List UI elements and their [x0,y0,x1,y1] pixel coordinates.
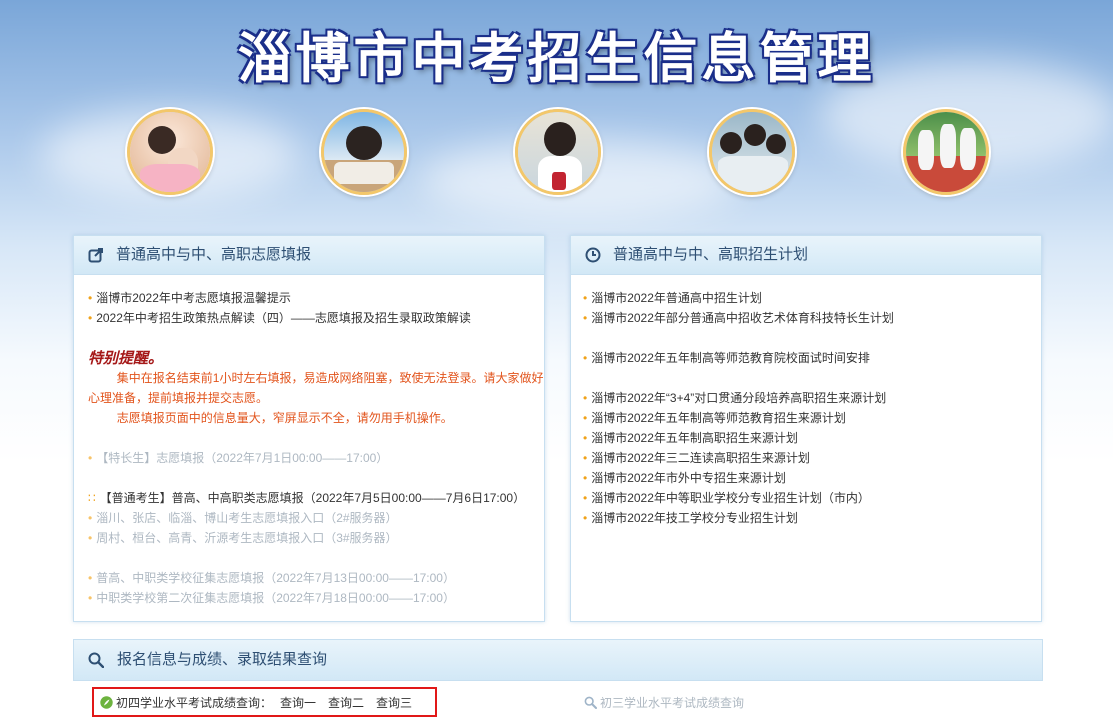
bullet-icon: • [583,411,588,425]
reminder-line: 志愿填报页面中的信息量大，窄屏显示不全，请勿用手机操作。 [116,411,453,425]
site-title: 淄博市中考招生信息管理 [237,26,876,90]
panel-header: 普通高中与中、高职志愿填报 [74,236,544,275]
query-section-header: 报名信息与成绩、录取结果查询 [73,639,1043,681]
bullet-icon: • [583,511,588,525]
bullet-icon: • [583,471,588,485]
query-link-3[interactable]: 查询三 [376,696,412,710]
photo-student-reading-books [321,109,407,195]
panel-header: 普通高中与中、高职招生计划 [571,236,1041,275]
list-item[interactable]: • 淄博市2022年中考志愿填报温馨提示 [88,290,291,306]
list-item[interactable]: • 淄川、张店、临淄、博山考生志愿填报入口（2#服务器） [88,510,398,526]
special-reminder: 特别提醒。 集中在报名结束前1小时左右填报，易造成网络阻塞，致使无法登录。请大家… [88,348,546,428]
bullet-icon: • [583,311,588,325]
panel-title: 普通高中与中、高职志愿填报 [116,246,312,263]
grade3-query-link[interactable]: 初三学业水平考试成绩查询 [600,696,744,710]
bullet-icon: • [583,351,588,365]
query-section-title: 报名信息与成绩、录取结果查询 [117,651,328,668]
list-item[interactable]: • 淄博市2022年三二连读高职招生来源计划 [583,450,810,466]
bullet-icon: • [88,571,93,585]
photo-students-lab [709,109,795,195]
bullet-icon: • [583,431,588,445]
query-link-1[interactable]: 查询一 [280,696,316,710]
reminder-line: 集中在报名结束前1小时左右填报，易造成网络阻塞，致使无法登录。请大家做好心理准备… [88,371,544,405]
grade3-score-query[interactable]: 初三学业水平考试成绩查询 [584,694,744,711]
bullet-icon: • [583,451,588,465]
leaf-icon [100,696,113,709]
query-link-2[interactable]: 查询二 [328,696,364,710]
bullet-icon: • [583,291,588,305]
bullet-icon: • [583,391,588,405]
list-item[interactable]: • 淄博市2022年五年制高等师范教育院校面试时间安排 [583,350,870,366]
list-item[interactable]: • 淄博市2022年“3+4”对口贯通分段培养高职招生来源计划 [583,390,886,406]
grid-icon: ∷ [88,491,96,505]
search-icon [88,652,104,668]
list-item-special-student[interactable]: • 【特长生】志愿填报（2022年7月1日00:00——17:00） [88,450,388,466]
photo-strip [125,109,995,197]
photo-mother-child-reading [127,109,213,195]
grade4-query-label: 初四学业水平考试成绩查询： [116,696,273,710]
list-item[interactable]: • 2022年中考招生政策热点解读（四）——志愿填报及招生录取政策解读 [88,310,471,326]
share-square-icon [88,248,103,263]
panel-volunteer-application: 普通高中与中、高职志愿填报 • 淄博市2022年中考志愿填报温馨提示 • 2022年… [73,235,545,622]
photo-students-running [903,109,989,195]
bullet-icon: • [88,591,93,605]
grade4-score-query: 初四学业水平考试成绩查询： 查询一 查询二 查询三 [100,694,412,711]
bullet-icon: • [88,291,93,305]
bullet-icon: • [88,511,93,525]
list-item[interactable]: • 淄博市2022年技工学校分专业招生计划 [583,510,798,526]
list-item[interactable]: • 淄博市2022年部分普通高中招收艺术体育科技特长生计划 [583,310,894,326]
list-item[interactable]: • 淄博市2022年普通高中招生计划 [583,290,762,306]
list-item[interactable]: • 周村、桓台、高青、沂源考生志愿填报入口（3#服务器） [88,530,398,546]
list-item[interactable]: • 淄博市2022年五年制高职招生来源计划 [583,430,798,446]
list-item[interactable]: • 淄博市2022年市外中专招生来源计划 [583,470,786,486]
bullet-icon: • [88,451,93,465]
list-item[interactable]: • 淄博市2022年中等职业学校分专业招生计划（市内） [583,490,870,506]
list-item[interactable]: • 淄博市2022年五年制高等师范教育招生来源计划 [583,410,846,426]
panel-title: 普通高中与中、高职招生计划 [613,246,809,263]
photo-student-classroom [515,109,601,195]
bullet-icon: • [88,311,93,325]
clock-icon [585,247,601,263]
list-item-normal-student: ∷ 【普通考生】普高、中高职类志愿填报（2022年7月5日00:00——7月6日1… [88,491,526,505]
list-item[interactable]: • 普高、中职类学校征集志愿填报（2022年7月13日00:00——17:00） [88,570,455,586]
reminder-title: 特别提醒。 [88,349,164,367]
bullet-icon: • [583,491,588,505]
list-item[interactable]: • 中职类学校第二次征集志愿填报（2022年7月18日00:00——17:00） [88,590,455,606]
panel-enrollment-plan: 普通高中与中、高职招生计划 • 淄博市2022年普通高中招生计划 • 淄博市2022… [570,235,1042,622]
bullet-icon: • [88,531,93,545]
magnifier-icon [584,696,597,709]
